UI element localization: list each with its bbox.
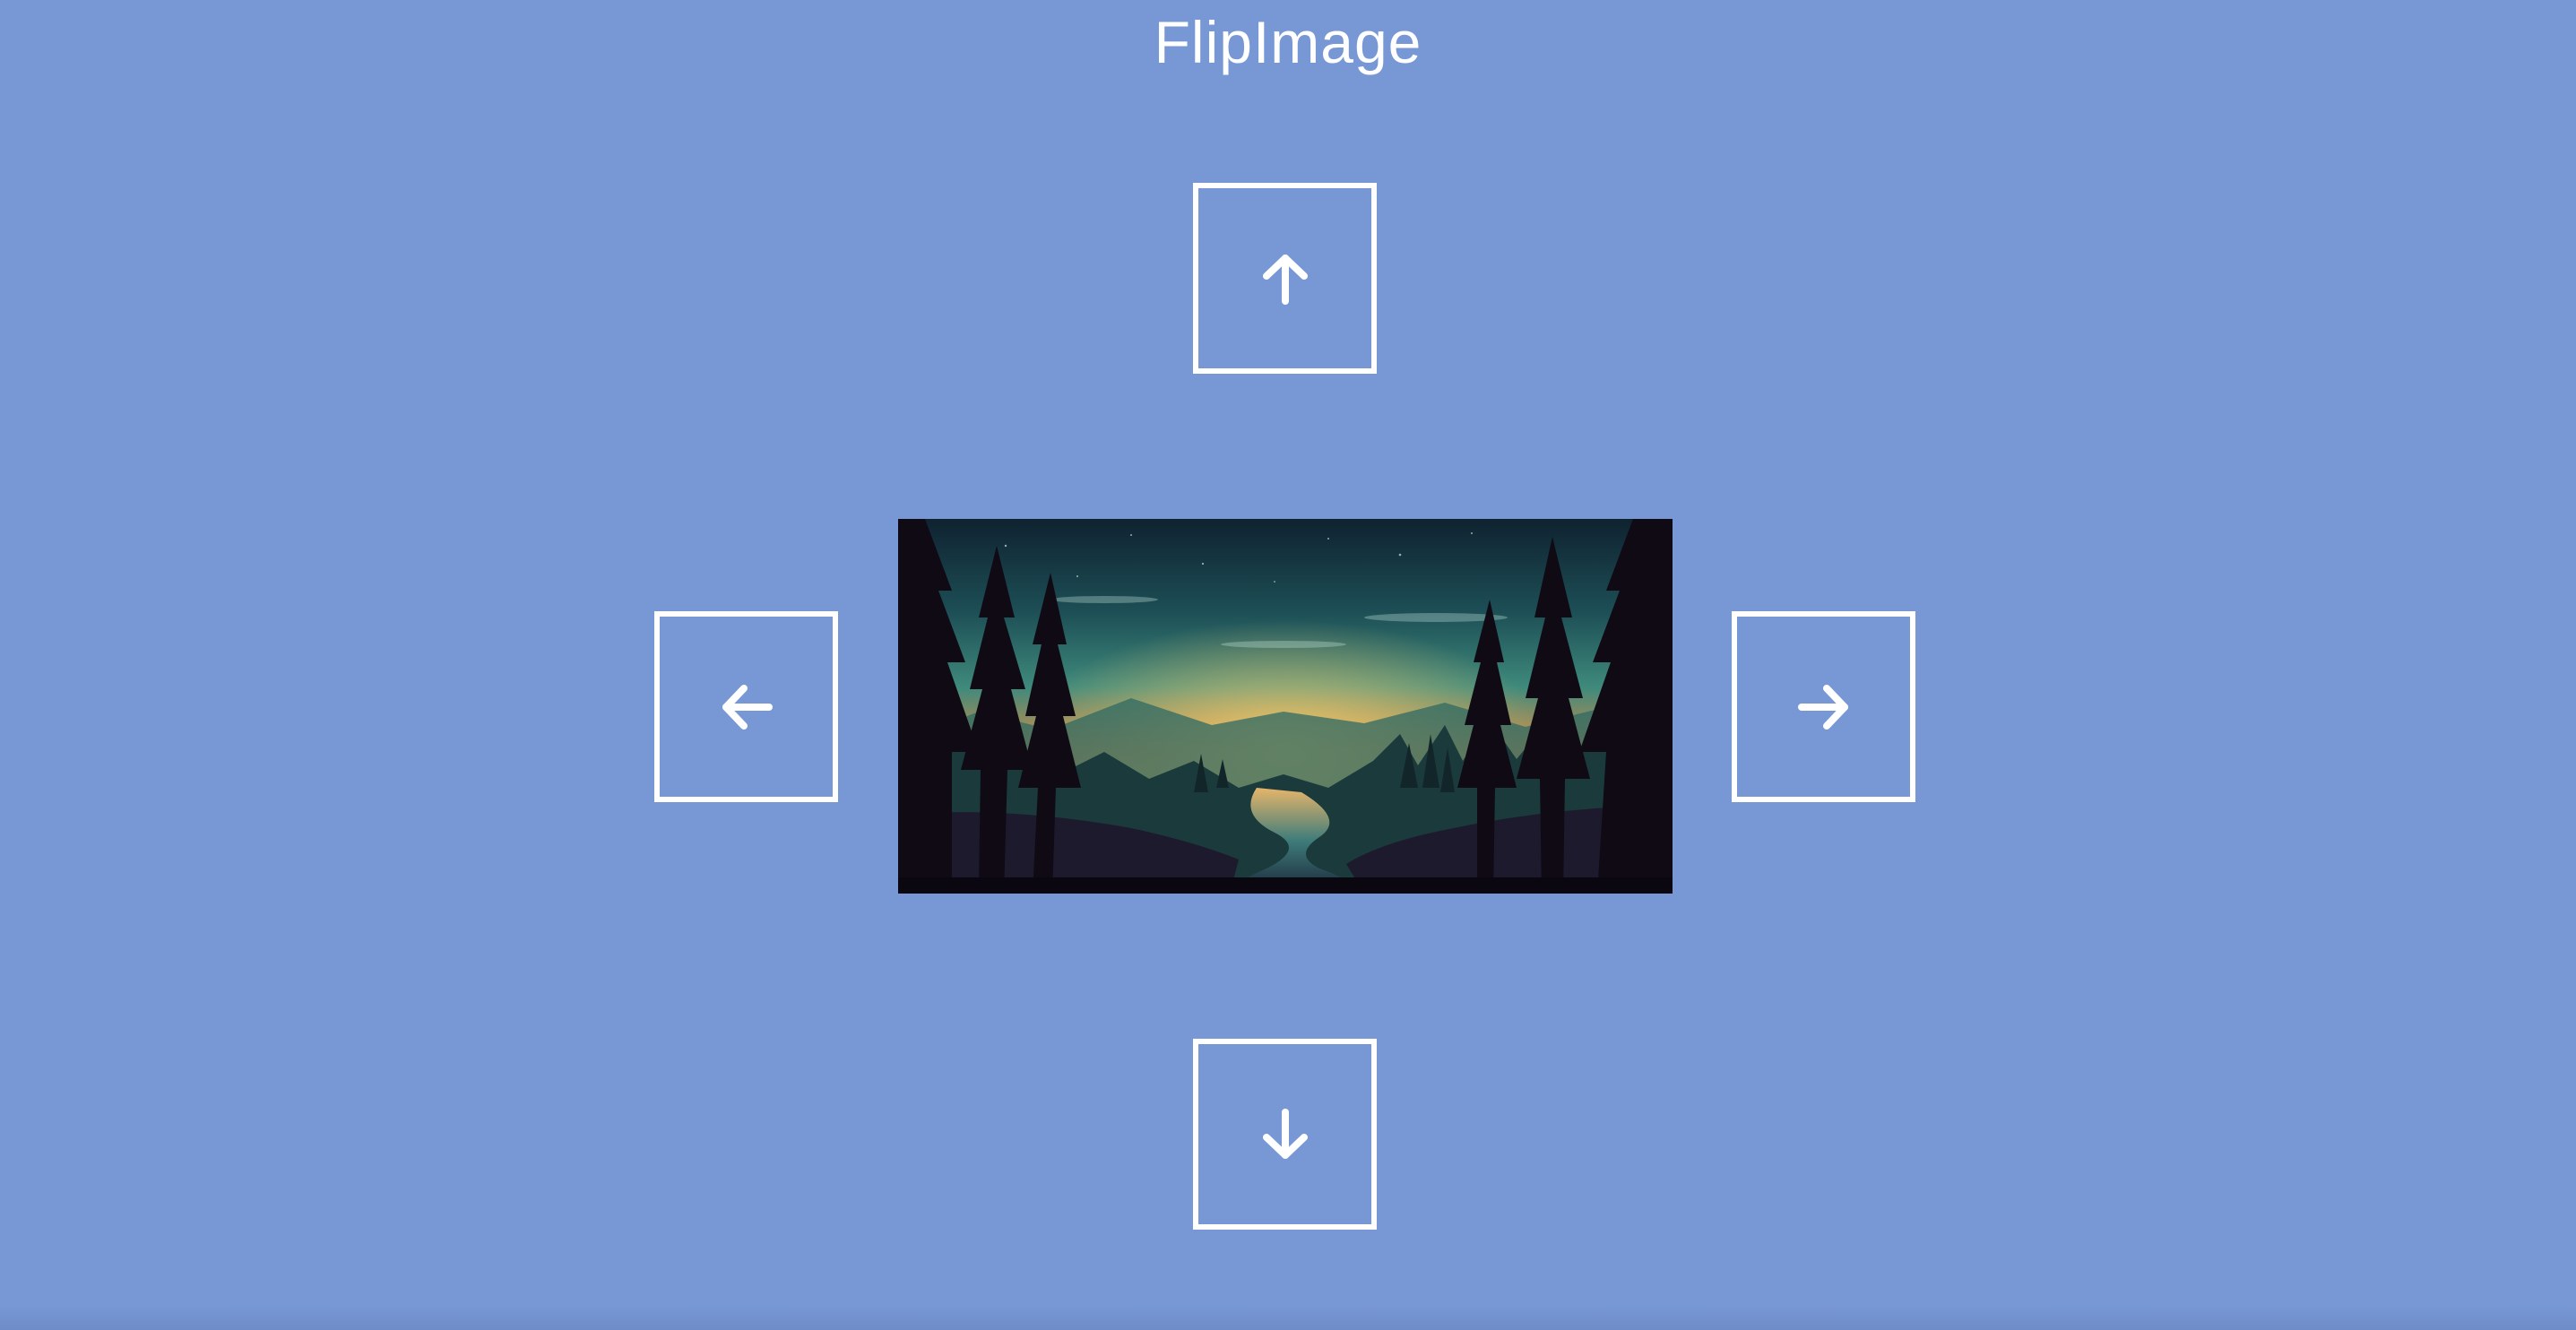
flip-up-button[interactable] [1193, 183, 1377, 374]
flip-left-button[interactable] [654, 611, 838, 802]
flip-right-button[interactable] [1732, 611, 1915, 802]
arrow-right-icon [1797, 684, 1848, 730]
landscape-image [898, 519, 1673, 894]
arrow-left-icon [722, 684, 773, 730]
page-bottom-edge [0, 1305, 2576, 1330]
flip-down-button[interactable] [1193, 1039, 1377, 1230]
arrow-up-icon [1262, 254, 1308, 305]
page-title: FlipImage [1154, 9, 1422, 75]
arrow-down-icon [1262, 1108, 1308, 1159]
